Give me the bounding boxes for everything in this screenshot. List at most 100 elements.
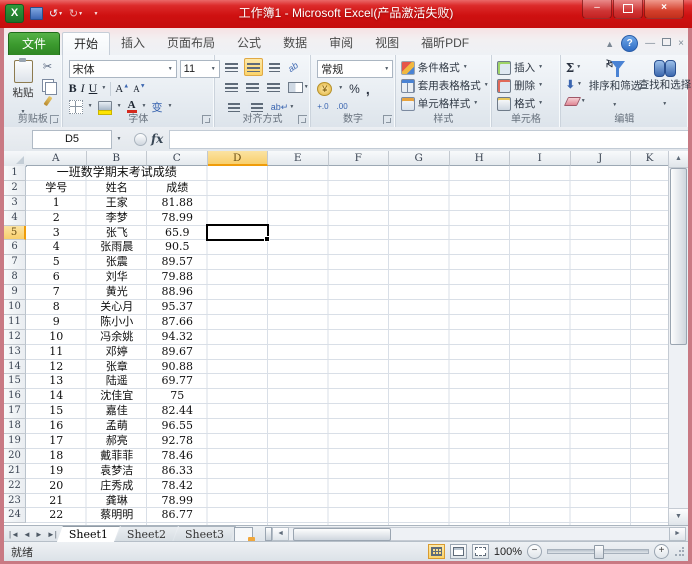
- align-right-button[interactable]: [265, 79, 282, 95]
- selected-cell-outline[interactable]: [206, 224, 270, 242]
- workbook-close-icon[interactable]: ×: [678, 37, 684, 51]
- row-header-17[interactable]: 17: [4, 404, 26, 420]
- cell-A3[interactable]: 1: [26, 196, 87, 210]
- paste-button[interactable]: 粘贴 ▼: [9, 58, 37, 115]
- styles-item-套用表格格式[interactable]: 套用表格格式 ▼: [400, 78, 489, 93]
- cell-A19[interactable]: 17: [26, 434, 87, 448]
- accounting-dropdown-icon[interactable]: ▼: [338, 86, 343, 91]
- cell-C23[interactable]: 78.99: [147, 494, 208, 508]
- cell-B24[interactable]: 蔡明明: [87, 508, 148, 522]
- cell-A21[interactable]: 19: [26, 464, 87, 478]
- cell-C9[interactable]: 88.96: [147, 285, 208, 299]
- cell-A24[interactable]: 22: [26, 508, 87, 522]
- cell-C15[interactable]: 69.77: [147, 374, 208, 388]
- row-header-15[interactable]: 15: [4, 374, 26, 390]
- cell-C22[interactable]: 78.42: [147, 479, 208, 493]
- align-top-button[interactable]: [223, 59, 240, 75]
- ribbon-tab-审阅[interactable]: 审阅: [318, 32, 364, 55]
- autosum-button[interactable]: Σ ▼: [566, 61, 586, 75]
- column-header-G[interactable]: G: [389, 151, 450, 166]
- column-header-F[interactable]: F: [328, 151, 389, 166]
- cell-C6[interactable]: 90.5: [147, 240, 208, 254]
- row-header-14[interactable]: 14: [4, 359, 26, 375]
- cell-B12[interactable]: 冯余姚: [87, 330, 148, 344]
- horizontal-scrollbar[interactable]: ◄ ►: [265, 527, 686, 541]
- font-color-dropdown-icon[interactable]: ▼: [142, 104, 147, 109]
- column-header-D[interactable]: D: [207, 151, 268, 166]
- cell-A18[interactable]: 16: [26, 419, 87, 433]
- cell-C14[interactable]: 90.88: [147, 360, 208, 374]
- cell-A9[interactable]: 7: [26, 285, 87, 299]
- italic-button[interactable]: I: [81, 81, 85, 96]
- cell-B8[interactable]: 刘华: [87, 270, 148, 284]
- font-dialog-launcher-icon[interactable]: [201, 115, 211, 124]
- page-layout-view-button[interactable]: [449, 544, 467, 559]
- cell-A11[interactable]: 9: [26, 315, 87, 329]
- cell-C4[interactable]: 78.99: [147, 211, 208, 225]
- row-header-13[interactable]: 13: [4, 344, 26, 360]
- redo-button[interactable]: ↻ ▼: [68, 6, 84, 22]
- row-header-6[interactable]: 6: [4, 240, 26, 256]
- cells-item-插入[interactable]: 插入 ▼: [497, 60, 543, 75]
- collapse-ribbon-icon[interactable]: ▲: [605, 39, 614, 49]
- cell-B21[interactable]: 袁梦洁: [87, 464, 148, 478]
- cell-B18[interactable]: 孟萌: [87, 419, 148, 433]
- cells-item-格式[interactable]: 格式 ▼: [497, 96, 543, 111]
- workbook-restore-icon[interactable]: [662, 37, 672, 51]
- ribbon-tab-页面布局[interactable]: 页面布局: [156, 32, 226, 55]
- row-header-7[interactable]: 7: [4, 255, 26, 271]
- sheet-tab-Sheet1[interactable]: Sheet1: [57, 526, 120, 542]
- cell-A14[interactable]: 12: [26, 360, 87, 374]
- help-icon[interactable]: ?: [621, 35, 639, 52]
- cell-A1-merged-title[interactable]: 一班数学期末考试成绩: [26, 165, 208, 180]
- scroll-up-icon[interactable]: ▲: [669, 151, 688, 168]
- scroll-right-icon[interactable]: ►: [669, 527, 686, 541]
- cell-A8[interactable]: 6: [26, 270, 87, 284]
- cell-A4[interactable]: 2: [26, 211, 87, 225]
- workbook-minimize-icon[interactable]: —: [645, 37, 655, 51]
- cell-B6[interactable]: 张雨晨: [87, 240, 148, 254]
- cell-B5[interactable]: 张飞: [87, 226, 148, 240]
- cell-C19[interactable]: 92.78: [147, 434, 208, 448]
- cell-A23[interactable]: 21: [26, 494, 87, 508]
- last-sheet-icon[interactable]: ►|: [47, 530, 57, 539]
- vertical-scroll-thumb[interactable]: [670, 168, 687, 345]
- ribbon-tab-公式[interactable]: 公式: [226, 32, 272, 55]
- cell-B23[interactable]: 龚琳: [87, 494, 148, 508]
- underline-button[interactable]: U: [89, 81, 98, 96]
- save-button[interactable]: [28, 6, 44, 22]
- cell-C21[interactable]: 86.33: [147, 464, 208, 478]
- row-header-22[interactable]: 22: [4, 478, 26, 494]
- cell-C5[interactable]: 65.9: [147, 226, 208, 240]
- cell-B11[interactable]: 陈小小: [87, 315, 148, 329]
- excel-logo-icon[interactable]: X: [5, 4, 24, 23]
- comma-style-button[interactable]: ,: [366, 82, 370, 96]
- cell-C3[interactable]: 81.88: [147, 196, 208, 210]
- cell-A13[interactable]: 11: [26, 345, 87, 359]
- cell-C18[interactable]: 96.55: [147, 419, 208, 433]
- fill-button[interactable]: ⬇ ▼: [566, 78, 586, 91]
- row-header-3[interactable]: 3: [4, 195, 26, 211]
- scroll-left-icon[interactable]: ◄: [272, 527, 290, 541]
- cell-C10[interactable]: 95.37: [147, 300, 208, 314]
- column-header-K[interactable]: K: [631, 151, 668, 166]
- underline-dropdown-icon[interactable]: ▼: [101, 86, 106, 91]
- row-header-10[interactable]: 10: [4, 300, 26, 315]
- alignment-dialog-launcher-icon[interactable]: [298, 115, 308, 124]
- row-header-19[interactable]: 19: [4, 434, 26, 449]
- column-header-B[interactable]: B: [86, 151, 147, 166]
- cell-B16[interactable]: 沈佳宜: [87, 389, 148, 403]
- ribbon-tab-开始[interactable]: 开始: [62, 32, 111, 55]
- cell-B2[interactable]: 姓名: [87, 181, 148, 195]
- cell-B19[interactable]: 郝亮: [87, 434, 148, 448]
- page-break-view-button[interactable]: [471, 544, 489, 559]
- scroll-down-icon[interactable]: ▼: [669, 508, 688, 525]
- clear-button[interactable]: ▼: [563, 95, 586, 108]
- file-tab[interactable]: 文件: [8, 32, 60, 57]
- prev-sheet-icon[interactable]: ◄: [23, 530, 31, 539]
- number-format-combobox[interactable]: 常规 ▼: [317, 60, 394, 78]
- align-left-button[interactable]: [223, 79, 240, 95]
- customize-qat-button[interactable]: ▼: [88, 6, 104, 22]
- cell-A5[interactable]: 3: [26, 226, 87, 240]
- cell-B20[interactable]: 戴菲菲: [87, 449, 148, 463]
